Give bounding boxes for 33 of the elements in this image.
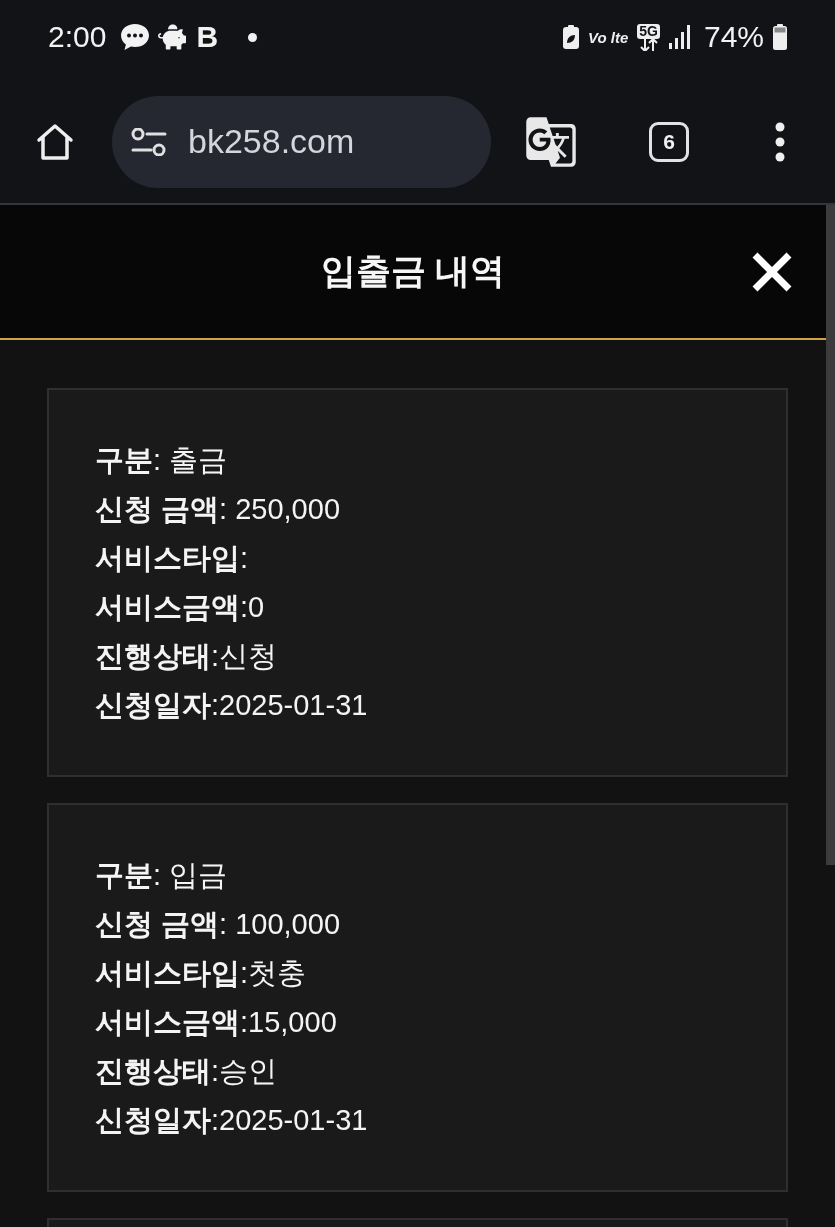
detail-line: 서비스타입:첫충 [95,956,307,991]
translate-icon[interactable] [524,114,578,169]
battery-icon [773,24,787,50]
detail-line: 진행상태:신청 [95,639,278,674]
battery-saver-icon [562,25,579,49]
more-menu-icon[interactable] [774,121,786,162]
detail-line: 신청일자:2025-01-31 [95,688,368,723]
app-logo: B [196,20,219,54]
detail-line: 구분: 입금 [95,858,228,893]
piggy-bank-icon [158,23,187,51]
detail-line: 서비스금액:0 [95,590,265,625]
detail-line: 구분: 출금 [95,443,228,478]
detail-line: 신청일자:2025-01-31 [95,1103,368,1138]
signal-icon [668,25,691,49]
network-type-label: 5G [637,23,660,39]
detail-line: 진행상태:승인 [95,1054,278,1089]
home-icon[interactable] [35,121,75,162]
notification-dot-icon [248,32,258,42]
tab-count-button[interactable]: 6 [649,121,689,162]
volte-label: Vo lte [587,28,629,46]
status-time: 2:00 [48,20,107,54]
detail-line: 서비스타입: [95,541,249,576]
chat-bubble-icon [120,23,151,51]
address-bar[interactable]: bk258.com [112,95,491,188]
scrollbar-thumb[interactable] [826,205,835,865]
site-settings-icon [131,127,167,156]
data-arrows-icon [639,38,658,51]
detail-line: 신청 금액: 250,000 [95,492,340,527]
modal-title: 입출금 내역 [320,250,506,292]
detail-line: 신청 금액: 100,000 [95,907,340,942]
close-icon[interactable] [751,250,793,293]
detail-line: 서비스금액:15,000 [95,1005,337,1040]
battery-percent: 74% [703,20,764,54]
